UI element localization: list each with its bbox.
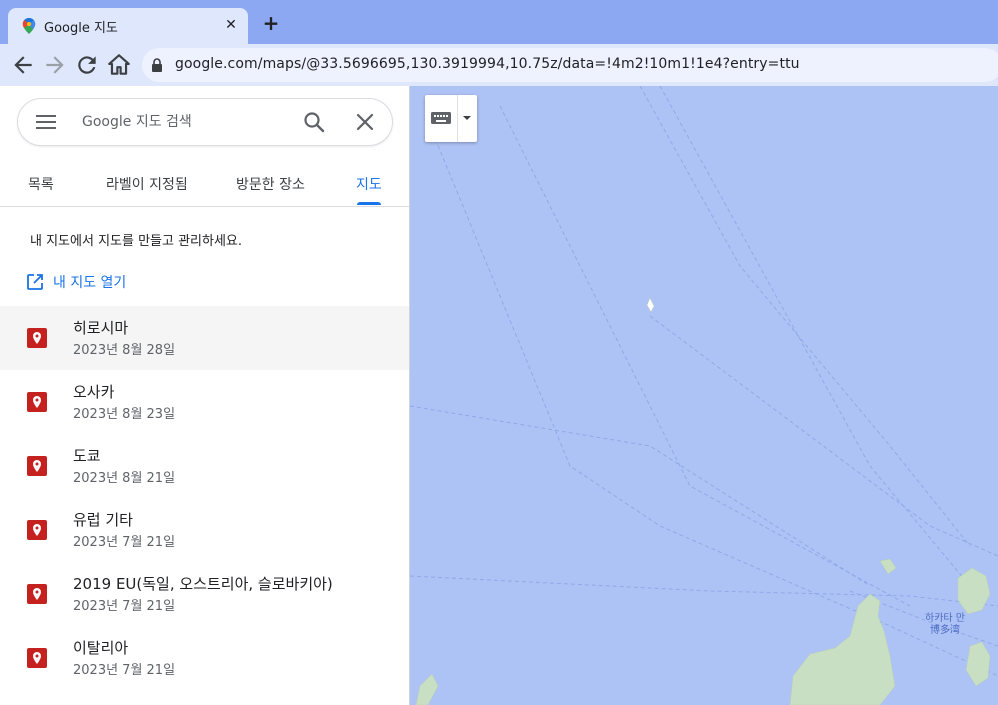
close-icon[interactable] [354, 111, 376, 133]
map-ferry-routes [410, 86, 998, 705]
map-title: 2019 EU(독일, 오스트리아, 슬로바키아) [73, 575, 333, 593]
map-date: 2023년 7월 21일 [73, 535, 176, 550]
list-item[interactable]: 2019 EU(독일, 오스트리아, 슬로바키아) 2023년 7월 21일 [0, 562, 409, 626]
tab-list[interactable]: 목록 [28, 174, 54, 194]
map-pin-icon [27, 520, 47, 540]
address-bar[interactable]: google.com/maps/@33.5696695,130.3919994,… [142, 48, 998, 82]
list-item[interactable]: 유럽 기타 2023년 7월 21일 [0, 498, 409, 562]
search-box [17, 98, 393, 146]
dropdown-arrow-icon[interactable] [462, 114, 472, 122]
active-tab-indicator [357, 202, 381, 205]
tab-maps[interactable]: 지도 [356, 174, 382, 194]
maps-sidebar: 목록 라벨이 지정됨 방문한 장소 지도 내 지도에서 지도를 만들고 관리하세… [0, 86, 410, 705]
browser-tab[interactable]: Google 지도 ✕ [8, 8, 248, 44]
google-maps-favicon-icon [22, 18, 36, 34]
forward-arrow-icon[interactable] [42, 52, 68, 78]
map-pin-icon [27, 648, 47, 668]
map-pin-icon [27, 392, 47, 412]
tab-labeled[interactable]: 라벨이 지정됨 [106, 174, 188, 194]
map-title: 유럽 기타 [73, 511, 133, 529]
map-title: 도쿄 [73, 447, 101, 465]
list-item[interactable]: 오사카 2023년 8월 23일 [0, 370, 409, 434]
map-pin-icon [27, 456, 47, 476]
saved-tabs: 목록 라벨이 지정됨 방문한 장소 지도 [0, 166, 409, 207]
maps-description: 내 지도에서 지도를 만들고 관리하세요. [30, 234, 243, 249]
map-title: 히로시마 [73, 319, 129, 337]
tab-close-icon[interactable]: ✕ [220, 14, 242, 36]
lock-icon [152, 58, 162, 72]
map-date: 2023년 8월 23일 [73, 407, 176, 422]
list-item[interactable]: 도쿄 2023년 8월 21일 [0, 434, 409, 498]
map-pin-icon [27, 328, 47, 348]
hamburger-menu-icon[interactable] [36, 114, 56, 130]
search-icon[interactable] [302, 110, 326, 134]
tab-title: Google 지도 [44, 21, 118, 36]
map-pin-icon [27, 584, 47, 604]
back-arrow-icon[interactable] [10, 52, 36, 78]
map-date: 2023년 8월 21일 [73, 471, 176, 486]
map-date: 2023년 7월 21일 [73, 599, 176, 614]
home-icon[interactable] [106, 52, 132, 78]
list-item[interactable]: 이탈리아 2023년 7월 21일 [0, 626, 409, 690]
control-divider [457, 95, 458, 142]
keyboard-icon [431, 112, 451, 124]
browser-toolbar: google.com/maps/@33.5696695,130.3919994,… [0, 44, 998, 86]
map-date: 2023년 8월 28일 [73, 343, 176, 358]
bay-label: 하카타 만 博多湾 [925, 613, 965, 637]
map-title: 오사카 [73, 383, 115, 401]
map-date: 2023년 7월 21일 [73, 663, 176, 678]
keyboard-input-control[interactable] [425, 95, 477, 142]
tab-visited[interactable]: 방문한 장소 [236, 174, 305, 194]
open-in-new-icon [27, 274, 43, 290]
browser-tab-bar: Google 지도 ✕ + [0, 0, 998, 44]
list-item[interactable]: 히로시마 2023년 8월 28일 [0, 306, 409, 370]
search-input[interactable] [80, 107, 294, 137]
reload-icon[interactable] [74, 52, 100, 78]
bay-label-jp: 博多湾 [929, 625, 960, 636]
new-tab-button[interactable]: + [260, 12, 282, 34]
url-text: google.com/maps/@33.5696695,130.3919994,… [175, 56, 800, 72]
map-canvas[interactable]: 하카타 만 博多湾 [410, 86, 998, 705]
map-title: 이탈리아 [73, 639, 129, 657]
my-maps-list: 히로시마 2023년 8월 28일 오사카 2023년 8월 23일 도쿄 20… [0, 306, 409, 690]
bay-label-ko: 하카타 만 [925, 613, 965, 624]
open-my-maps-label: 내 지도 열기 [53, 275, 127, 291]
